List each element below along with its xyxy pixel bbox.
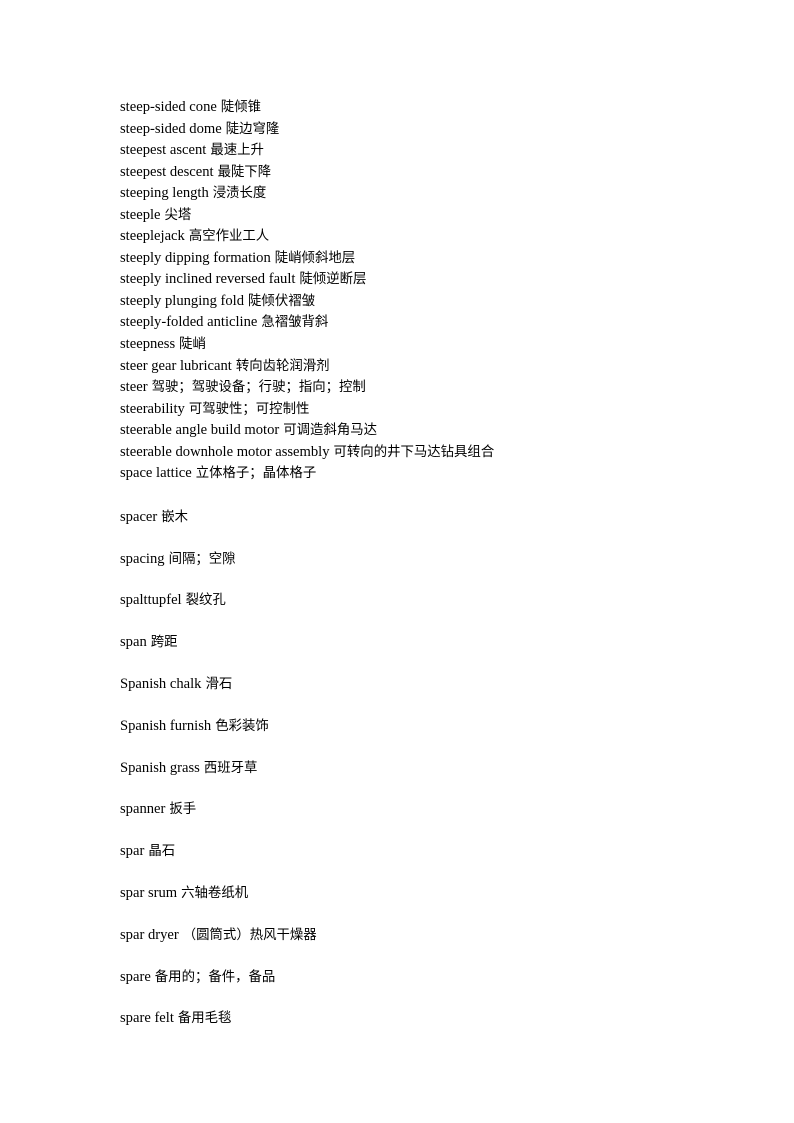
glossary-section-spaced: spacer 嵌木 spacing 间隔；空隙 spalttupfel 裂纹孔 spa… xyxy=(120,497,720,1040)
entry-gloss: 陡倾伏褶皱 xyxy=(248,293,315,309)
glossary-entry: spacing 间隔；空隙 xyxy=(120,539,720,581)
glossary-entry: steep-sided cone 陡倾锥 xyxy=(120,97,720,119)
entry-term: steep-sided dome xyxy=(120,120,222,137)
entry-gloss: 滑石 xyxy=(205,677,233,693)
entry-term: spar srum xyxy=(120,885,178,902)
glossary-entry: steer 驾驶；驾驶设备；行驶；指向；控制 xyxy=(120,377,720,399)
entry-term: spar dryer xyxy=(120,926,179,943)
glossary-section-dense: steep-sided cone 陡倾锥 steep-sided dome 陡边穹隆… xyxy=(120,97,720,485)
glossary-entry: steepness 陡峭 xyxy=(120,334,720,356)
entry-gloss: 立体格子；晶体格子 xyxy=(195,466,317,482)
entry-gloss: 陡边穹隆 xyxy=(225,121,280,137)
entry-term: steeply dipping formation xyxy=(120,249,271,266)
glossary-entry: spar 晶石 xyxy=(120,831,720,873)
entry-gloss: 尖塔 xyxy=(164,207,192,223)
glossary-content: steep-sided cone 陡倾锥 steep-sided dome 陡边穹隆… xyxy=(120,97,720,1040)
entry-gloss: 晶石 xyxy=(148,844,176,860)
glossary-entry: span 跨距 xyxy=(120,622,720,664)
glossary-entry: steepest descent 最陡下降 xyxy=(120,162,720,184)
entry-gloss: 可驾驶性；可控制性 xyxy=(188,401,310,417)
entry-term: steeply plunging fold xyxy=(120,292,245,309)
glossary-entry: steerable angle build motor 可调造斜角马达 xyxy=(120,420,720,442)
entry-gloss: 最速上升 xyxy=(210,143,264,159)
entry-term: spare felt xyxy=(120,1010,174,1027)
entry-gloss: 裂纹孔 xyxy=(185,593,226,609)
entry-term: steepest descent xyxy=(120,163,214,180)
glossary-entry: spalttupfel 裂纹孔 xyxy=(120,580,720,622)
entry-gloss: （圆筒式）热风干燥器 xyxy=(182,927,317,943)
entry-term: steerability xyxy=(120,400,185,417)
entry-gloss: 可调造斜角马达 xyxy=(283,423,377,439)
glossary-entry: spacer 嵌木 xyxy=(120,497,720,539)
glossary-entry: steeply plunging fold 陡倾伏褶皱 xyxy=(120,291,720,313)
entry-gloss: 备用毛毯 xyxy=(177,1011,232,1027)
entry-gloss: 嵌木 xyxy=(161,509,189,525)
entry-term: Spanish furnish xyxy=(120,717,212,734)
entry-gloss: 陡峭倾斜地层 xyxy=(274,250,356,266)
glossary-entry: spare felt 备用毛毯 xyxy=(120,998,720,1040)
entry-term: steepest ascent xyxy=(120,142,207,159)
entry-term: steepness xyxy=(120,336,176,353)
entry-term: space lattice xyxy=(120,465,192,482)
entry-term: steeple xyxy=(120,206,161,223)
entry-gloss: 高空作业工人 xyxy=(188,229,270,245)
entry-term: spacer xyxy=(120,508,158,525)
entry-gloss: 最陡下降 xyxy=(217,164,272,180)
glossary-entry: space lattice 立体格子；晶体格子 xyxy=(120,463,720,485)
glossary-entry: steep-sided dome 陡边穹隆 xyxy=(120,119,720,141)
glossary-entry: steerable downhole motor assembly 可转向的井下马… xyxy=(120,442,720,464)
entry-gloss: 驾驶；驾驶设备；行驶；指向；控制 xyxy=(151,380,366,396)
entry-gloss: 浸渍长度 xyxy=(212,186,267,202)
entry-gloss: 扳手 xyxy=(169,802,197,818)
entry-term: spare xyxy=(120,968,151,985)
entry-term: span xyxy=(120,634,147,651)
entry-term: Spanish grass xyxy=(120,759,200,776)
entry-gloss: 陡峭 xyxy=(179,337,206,353)
entry-term: spar xyxy=(120,843,145,860)
entry-gloss: 陡倾锥 xyxy=(220,100,262,115)
entry-gloss: 西班牙草 xyxy=(203,760,258,776)
glossary-entry: steer gear lubricant 转向齿轮润滑剂 xyxy=(120,356,720,378)
entry-term: spacing xyxy=(120,550,165,567)
glossary-entry: spanner 扳手 xyxy=(120,789,720,831)
entry-term: steerable downhole motor assembly xyxy=(120,443,330,460)
entry-term: steeplejack xyxy=(120,228,185,245)
glossary-entry: steeple 尖塔 xyxy=(120,205,720,227)
entry-term: steer xyxy=(120,379,148,396)
entry-gloss: 色彩装饰 xyxy=(215,718,269,734)
glossary-entry: steerability 可驾驶性；可控制性 xyxy=(120,399,720,421)
entry-gloss: 间隔；空隙 xyxy=(168,551,236,567)
entry-term: steer gear lubricant xyxy=(120,357,232,374)
glossary-entry: Spanish chalk 滑石 xyxy=(120,664,720,706)
entry-term: steeply inclined reversed fault xyxy=(120,271,296,288)
entry-term: spalttupfel xyxy=(120,592,182,609)
entry-gloss: 跨距 xyxy=(150,635,178,651)
entry-gloss: 陡倾逆断层 xyxy=(299,272,367,288)
glossary-entry: spar dryer （圆筒式）热风干燥器 xyxy=(120,915,720,957)
glossary-entry: spare 备用的；备件，备品 xyxy=(120,957,720,999)
document-page: steep-sided cone 陡倾锥 steep-sided dome 陡边穹隆… xyxy=(0,0,794,1123)
glossary-entry: steepest ascent 最速上升 xyxy=(120,140,720,162)
glossary-entry: Spanish grass 西班牙草 xyxy=(120,748,720,790)
glossary-entry: Spanish furnish 色彩装饰 xyxy=(120,706,720,748)
entry-gloss: 可转向的井下马达钻具组合 xyxy=(333,444,495,460)
glossary-entry: steeply dipping formation 陡峭倾斜地层 xyxy=(120,248,720,270)
entry-gloss: 转向齿轮润滑剂 xyxy=(235,358,330,374)
glossary-entry: spar srum 六轴卷纸机 xyxy=(120,873,720,915)
entry-gloss: 六轴卷纸机 xyxy=(181,886,249,902)
glossary-entry: steeplejack 高空作业工人 xyxy=(120,226,720,248)
entry-term: steerable angle build motor xyxy=(120,422,280,439)
entry-term: steeping length xyxy=(120,185,209,202)
entry-gloss: 急褶皱背斜 xyxy=(261,315,329,331)
glossary-entry: steeping length 浸渍长度 xyxy=(120,183,720,205)
entry-term: steep-sided cone xyxy=(120,99,217,115)
entry-term: spanner xyxy=(120,801,166,818)
glossary-entry: steeply-folded anticline 急褶皱背斜 xyxy=(120,312,720,334)
glossary-entry: steeply inclined reversed fault 陡倾逆断层 xyxy=(120,269,720,291)
entry-term: steeply-folded anticline xyxy=(120,314,258,331)
entry-gloss: 备用的；备件，备品 xyxy=(154,969,276,985)
entry-term: Spanish chalk xyxy=(120,676,202,693)
